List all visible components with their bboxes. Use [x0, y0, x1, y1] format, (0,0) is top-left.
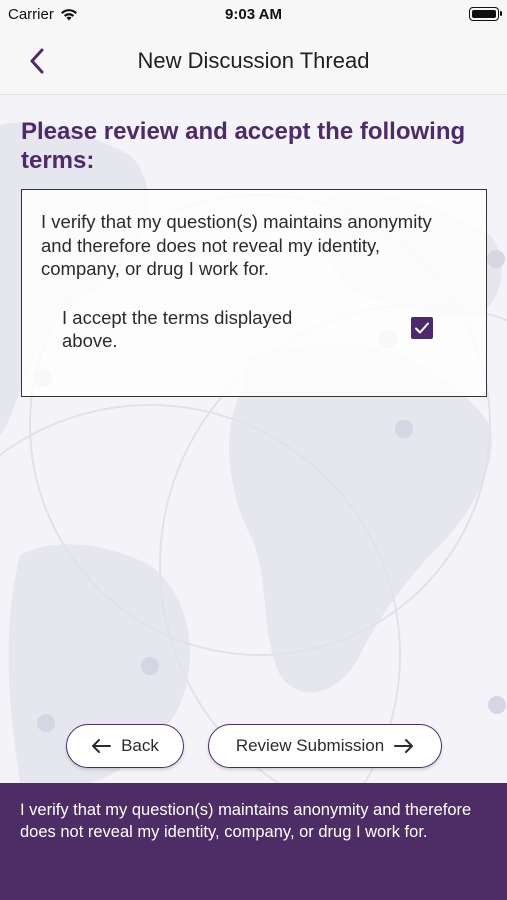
- status-left: Carrier: [8, 6, 78, 23]
- accept-terms-checkbox[interactable]: [411, 317, 433, 339]
- review-submission-button[interactable]: Review Submission: [208, 724, 442, 768]
- terms-box: I verify that my question(s) maintains a…: [21, 189, 487, 397]
- footer-text: I verify that my question(s) maintains a…: [20, 801, 472, 841]
- back-button[interactable]: Back: [66, 724, 184, 768]
- status-bar: Carrier 9:03 AM: [0, 0, 507, 28]
- terms-text: I verify that my question(s) maintains a…: [41, 211, 432, 279]
- accept-terms-row[interactable]: I accept the terms displayed above.: [62, 306, 452, 354]
- carrier-label: Carrier: [8, 5, 54, 23]
- navigation-bar: New Discussion Thread: [0, 28, 507, 95]
- status-time: 9:03 AM: [225, 5, 282, 23]
- battery-icon: [469, 7, 502, 21]
- chevron-left-icon: [30, 48, 44, 74]
- page-title: New Discussion Thread: [137, 48, 370, 73]
- nav-back-button[interactable]: [22, 43, 52, 79]
- arrow-left-icon: [92, 739, 112, 753]
- main-content: Please review and accept the following t…: [0, 95, 507, 783]
- wifi-icon: [60, 8, 77, 20]
- review-submission-label: Review Submission: [235, 736, 385, 755]
- terms-heading: Please review and accept the following t…: [21, 118, 466, 174]
- checkmark-icon: [415, 322, 429, 334]
- back-button-label: Back: [121, 736, 159, 755]
- arrow-right-icon: [394, 739, 414, 753]
- footer-banner: I verify that my question(s) maintains a…: [0, 783, 507, 900]
- accept-terms-label: I accept the terms displayed above.: [62, 307, 293, 351]
